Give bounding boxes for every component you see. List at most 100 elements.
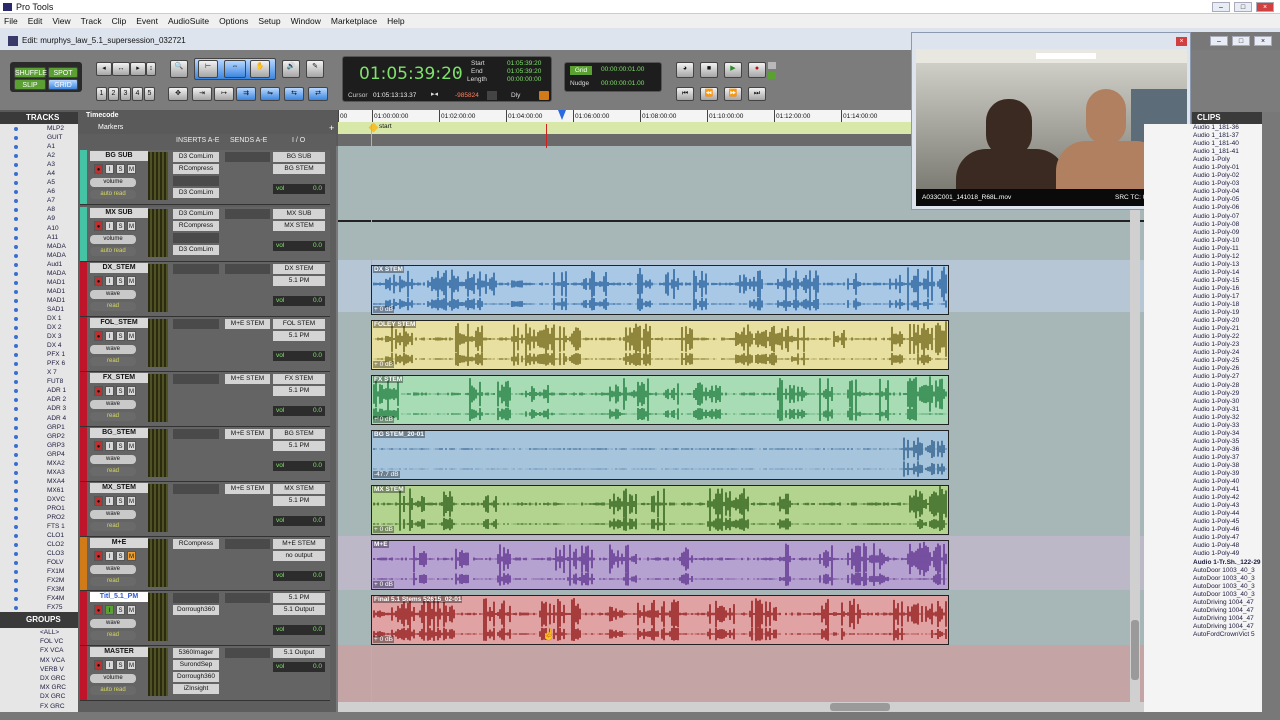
clip-list-item[interactable]: Audio 1-Poly-03 [1144, 180, 1262, 188]
zoom-preset-2[interactable]: 2 [108, 87, 119, 101]
volume-readout[interactable]: vol 0.0 [273, 662, 325, 672]
solo-button[interactable]: S [116, 496, 125, 506]
clips-list[interactable]: Audio 1_181-36 Audio 1_181-37 Audio 1_181-… [1144, 124, 1262, 712]
send-slot[interactable]: M+E STEM [225, 429, 270, 439]
track-list-item[interactable]: CLO2 [0, 540, 78, 549]
volume-readout[interactable]: vol 0.0 [273, 625, 325, 635]
track-view-selector[interactable]: wave [90, 455, 136, 464]
insert-slot[interactable]: D3 ComLim [173, 209, 219, 219]
volume-readout[interactable]: vol 0.0 [273, 241, 325, 251]
menu-item-event[interactable]: Event [136, 14, 158, 28]
horizontal-scrollbar[interactable] [338, 702, 1144, 712]
automation-mode-selector[interactable]: read [90, 412, 136, 421]
insert-slot[interactable] [173, 374, 219, 384]
mute-button[interactable]: M [127, 276, 136, 286]
clip-list-item[interactable]: Audio 1-Poly-40 [1144, 478, 1262, 486]
send-slot[interactable] [225, 648, 270, 658]
clip-list-item[interactable]: Audio 1-Poly-05 [1144, 196, 1262, 204]
input-selector[interactable]: DX STEM [273, 264, 325, 274]
output-selector[interactable]: BG STEM [273, 164, 325, 174]
track-list-item[interactable]: MXA4 [0, 477, 78, 486]
track-row[interactable]: MX_STEM ● I S Mwave read M+E STEM MX STEM 5.1 PM… [80, 482, 330, 537]
track-name[interactable]: MX_STEM [90, 483, 148, 493]
record-enable-button[interactable]: ● [94, 605, 103, 615]
menu-item-marketplace[interactable]: Marketplace [331, 14, 377, 28]
clip-list-item[interactable]: Audio 1-Poly-13 [1144, 261, 1262, 269]
solo-button[interactable]: S [116, 605, 125, 615]
clip-list-item[interactable]: Audio 1-Poly-04 [1144, 188, 1262, 196]
mute-button[interactable]: M [127, 441, 136, 451]
record-enable-button[interactable]: ● [94, 221, 103, 231]
input-selector[interactable]: MX STEM [273, 484, 325, 494]
insert-slot[interactable]: D3 ComLim [173, 152, 219, 162]
track-view-selector[interactable]: volume [90, 178, 136, 187]
send-slot[interactable] [225, 264, 270, 274]
track-view-selector[interactable]: volume [90, 674, 136, 683]
horizontal-scroll-thumb[interactable] [830, 703, 890, 711]
insert-slot[interactable]: RCompress [173, 164, 219, 174]
mute-button[interactable]: M [127, 386, 136, 396]
clip-list-item[interactable]: Audio 1-Poly-38 [1144, 462, 1262, 470]
insert-slot[interactable] [173, 319, 219, 329]
scrubber-tool-icon[interactable]: 🔊 [282, 60, 300, 78]
rewind-button[interactable]: ⏪ [700, 87, 718, 101]
solo-button[interactable]: S [116, 221, 125, 231]
close-button[interactable]: × [1256, 2, 1274, 12]
groups-panel-header[interactable]: GROUPS [0, 612, 78, 628]
group-list-item[interactable]: FX VCA [0, 646, 78, 655]
track-name[interactable]: MASTER [90, 647, 148, 657]
clip-list-item[interactable]: Audio 1-Poly-07 [1144, 213, 1262, 221]
automation-mode-selector[interactable]: read [90, 522, 136, 531]
vertical-scroll-thumb[interactable] [1131, 620, 1139, 680]
track-list-item[interactable]: MX61 [0, 486, 78, 495]
grid-toggle[interactable]: Grid [570, 66, 592, 75]
group-list-item[interactable]: MX VCA [0, 656, 78, 665]
track-list-item[interactable]: DX 2 [0, 323, 78, 332]
clip-list-item[interactable]: Audio 1-Poly-42 [1144, 494, 1262, 502]
insert-slot[interactable]: RCompress [173, 539, 219, 549]
track-list-item[interactable]: FX1M [0, 567, 78, 576]
volume-value[interactable]: 0.0 [313, 571, 322, 581]
track-list-item[interactable]: MADA [0, 269, 78, 278]
track-list-item[interactable]: DX 3 [0, 332, 78, 341]
input-selector[interactable]: 5.1 Output [273, 648, 325, 658]
track-list-item[interactable]: PFX 1 [0, 350, 78, 359]
group-list-item[interactable]: FOL VC [0, 637, 78, 646]
end-value[interactable]: 01:05:39:20 [507, 68, 541, 75]
track-list-item[interactable]: ADR 3 [0, 404, 78, 413]
mute-button[interactable]: M [127, 221, 136, 231]
track-list-item[interactable]: DXVC [0, 495, 78, 504]
zoom-preset-1[interactable]: 1 [96, 87, 107, 101]
record-enable-button[interactable]: ● [94, 441, 103, 451]
clip-list-item[interactable]: AutoDoor 1003_40_3 [1144, 591, 1262, 599]
menu-item-track[interactable]: Track [81, 14, 102, 28]
vertical-scrollbar[interactable] [1130, 146, 1140, 702]
clip-list-item[interactable]: Audio 1-Poly-23 [1144, 341, 1262, 349]
track-list-item[interactable]: MAD1 [0, 296, 78, 305]
markers-ruler[interactable] [338, 122, 912, 134]
output-selector[interactable]: 5.1 Output [273, 605, 325, 615]
record-enable-button[interactable]: ● [94, 331, 103, 341]
clip-list-item[interactable]: Audio 1-Poly-22 [1144, 333, 1262, 341]
mute-button[interactable]: M [127, 605, 136, 615]
volume-readout[interactable]: vol 0.0 [273, 571, 325, 581]
insert-slot[interactable] [173, 233, 219, 243]
clip-list-item[interactable]: Audio 1-Poly-48 [1144, 542, 1262, 550]
volume-readout[interactable]: vol 0.0 [273, 351, 325, 361]
track-list-item[interactable]: FX4M [0, 594, 78, 603]
output-selector[interactable]: 5.1 PM [273, 331, 325, 341]
track-name[interactable]: Titl_5.1_PM [90, 592, 148, 602]
track-list-item[interactable]: PRO1 [0, 504, 78, 513]
track-list-item[interactable]: FX3M [0, 585, 78, 594]
clip-list-item[interactable]: Audio 1-Poly-31 [1144, 406, 1262, 414]
clips-panel-header[interactable]: CLIPS [1192, 112, 1262, 124]
track-list-item[interactable]: GUIT [0, 133, 78, 142]
grid-mode-button[interactable]: GRID [48, 79, 78, 90]
track-row[interactable]: MASTER ● I S Mvolume auto read 5360Imager Suron… [80, 646, 330, 701]
track-list-item[interactable]: PRO2 [0, 513, 78, 522]
solo-button[interactable]: S [116, 441, 125, 451]
track-list-item[interactable]: PFX 6 [0, 359, 78, 368]
insert-slot[interactable] [173, 429, 219, 439]
nudge-value[interactable]: 00:00:00:01.00 [601, 80, 644, 87]
clip-list-item[interactable]: AutoDriving 1004_47 [1144, 615, 1262, 623]
